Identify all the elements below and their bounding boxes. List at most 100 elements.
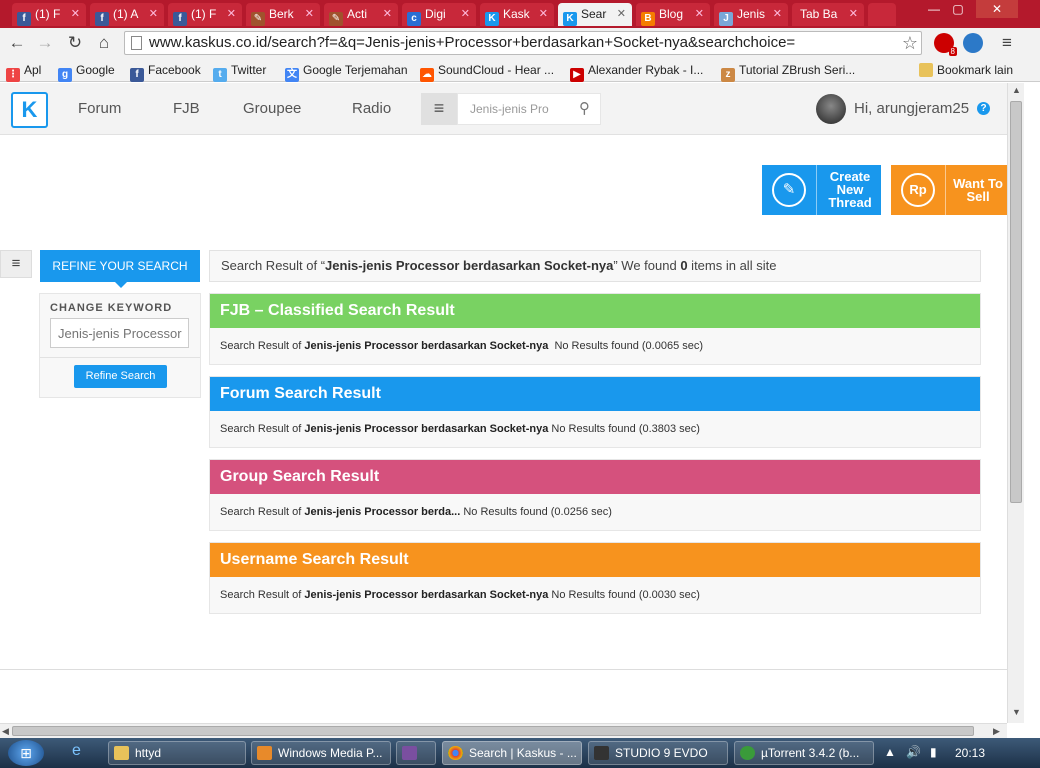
star-icon[interactable]: ☆ — [902, 32, 918, 54]
result-line: Search Result of Jenis-jenis Processor b… — [220, 423, 700, 435]
bookmark-twitter[interactable]: t Twitter — [213, 62, 266, 82]
tab-close-icon[interactable]: ✕ — [227, 3, 236, 25]
nav-fjb[interactable]: FJB — [173, 100, 200, 117]
bookmark-soundcloud[interactable]: ☁ SoundCloud - Hear ... — [420, 62, 554, 82]
tab-berk[interactable]: ✎ Berk ✕ — [246, 3, 320, 26]
refine-search-tab[interactable]: REFINE YOUR SEARCH — [40, 250, 200, 288]
tab-close-icon[interactable]: ✕ — [71, 3, 80, 25]
bookmark-youtube[interactable]: ▶ Alexander Rybak - I... — [570, 62, 703, 82]
taskbar-item-studio9[interactable]: STUDIO 9 EVDO — [588, 741, 728, 765]
scroll-left-icon[interactable]: ◀ — [2, 726, 9, 737]
bookmark-facebook[interactable]: f Facebook — [130, 62, 201, 82]
extension-globe-icon[interactable] — [963, 33, 983, 53]
scrollbar-thumb[interactable] — [1010, 101, 1022, 503]
tab-digi[interactable]: c Digi ✕ — [402, 3, 476, 26]
forward-button[interactable]: → — [34, 32, 56, 54]
clock[interactable]: 20:13 — [955, 746, 985, 760]
result-line: Search Result of Jenis-jenis Processor b… — [220, 340, 704, 352]
tab-title: (1) A — [113, 7, 139, 21]
folder-icon — [114, 746, 129, 760]
help-icon[interactable]: ? — [977, 102, 990, 115]
tab-close-icon[interactable]: ✕ — [695, 3, 704, 25]
sidebar-toggle-icon[interactable]: ≡ — [0, 250, 32, 278]
horizontal-scrollbar[interactable]: ◀ ▶ — [0, 723, 1007, 738]
scrollbar-thumb[interactable] — [12, 726, 974, 736]
tab-blog[interactable]: B Blog ✕ — [636, 3, 710, 26]
section-title: FJB – Classified Search Result — [210, 294, 980, 328]
google-icon: g — [58, 68, 72, 82]
search-icon[interactable]: ⚲ — [579, 94, 590, 124]
tab-close-icon[interactable]: ✕ — [773, 3, 782, 25]
bookmark-google-translate[interactable]: 文 Google Terjemahan — [285, 62, 408, 82]
tab-facebook-1[interactable]: f (1) F ✕ — [12, 3, 86, 26]
ie-icon[interactable]: e — [72, 742, 81, 760]
volume-icon[interactable]: 🔊 — [906, 745, 921, 759]
nav-groupee[interactable]: Groupee — [243, 100, 301, 117]
refine-search-button[interactable]: Refine Search — [74, 365, 167, 388]
tab-jenis[interactable]: J Jenis ✕ — [714, 3, 788, 26]
reload-button[interactable]: ↻ — [64, 32, 86, 54]
tab-close-icon[interactable]: ✕ — [617, 3, 626, 25]
header-search-input[interactable]: Jenis-jenis Pro ⚲ — [457, 93, 601, 125]
summary-suffix: items in all site — [687, 258, 777, 273]
tab-title: Jenis — [737, 7, 766, 21]
want-to-sell-button[interactable]: Rp Want To Sell — [891, 165, 1007, 215]
scroll-up-icon[interactable]: ▲ — [1012, 85, 1021, 95]
user-greeting[interactable]: Hi, arungjeram25 — [854, 100, 969, 117]
tab-search-active[interactable]: K Sear ✕ — [558, 3, 632, 26]
tab-tab-bar[interactable]: Tab Ba ✕ — [792, 3, 864, 26]
menu-icon[interactable]: ≡ — [421, 93, 457, 125]
tab-close-icon[interactable]: ✕ — [849, 3, 858, 25]
tab-close-icon[interactable]: ✕ — [149, 3, 158, 25]
home-button[interactable]: ⌂ — [93, 32, 115, 54]
create-new-thread-button[interactable]: ✎ Create New Thread — [762, 165, 881, 215]
vertical-scrollbar[interactable]: ▲ ▼ — [1007, 83, 1024, 723]
nav-radio[interactable]: Radio — [352, 100, 391, 117]
keyword-input[interactable] — [50, 318, 189, 348]
tab-facebook-3[interactable]: f (1) F ✕ — [168, 3, 242, 26]
tray-expand-icon[interactable]: ▲ — [884, 745, 896, 759]
taskbar-item-httyd[interactable]: httyd — [108, 741, 246, 765]
pencil-icon: ✎ — [772, 173, 806, 207]
extension-abp-icon[interactable]: 8 — [934, 33, 957, 56]
translate-icon: 文 — [285, 68, 299, 82]
bookmark-apps[interactable]: ⋮ Apl — [6, 62, 41, 82]
menu-icon[interactable]: ≡ — [996, 32, 1018, 54]
scroll-right-icon[interactable]: ▶ — [993, 726, 1000, 737]
section-title: Forum Search Result — [210, 377, 980, 411]
start-button[interactable]: ⊞ — [8, 740, 44, 766]
blogger-icon: B — [641, 12, 655, 26]
bookmark-other[interactable]: Bookmark lain — [919, 62, 1013, 78]
taskbar-item-utorrent[interactable]: µTorrent 3.4.2 (b... — [734, 741, 874, 765]
nav-forum[interactable]: Forum — [78, 100, 121, 117]
scroll-down-icon[interactable]: ▼ — [1012, 707, 1021, 717]
tab-kask[interactable]: K Kask ✕ — [480, 3, 554, 26]
tab-facebook-2[interactable]: f (1) A ✕ — [90, 3, 164, 26]
tab-close-icon[interactable]: ✕ — [383, 3, 392, 25]
bookmark-label: Google Terjemahan — [303, 63, 408, 77]
divider — [40, 357, 200, 358]
new-tab-button[interactable] — [868, 3, 896, 26]
kaskus-logo[interactable]: K — [11, 92, 48, 128]
close-window-button[interactable]: ✕ — [976, 0, 1018, 18]
bookmark-zbrush[interactable]: z Tutorial ZBrush Seri... — [721, 62, 855, 82]
network-icon[interactable]: ▮ — [930, 745, 937, 759]
back-button[interactable]: ← — [6, 32, 28, 54]
taskbar-item-media-player[interactable]: Windows Media P... — [251, 741, 391, 765]
search-summary: Search Result of “Jenis-jenis Processor … — [209, 250, 981, 282]
taskbar-item-app[interactable] — [396, 741, 436, 765]
taskbar-item-chrome[interactable]: Search | Kaskus - ... — [442, 741, 582, 765]
facebook-icon: f — [95, 12, 109, 26]
avatar[interactable] — [816, 94, 846, 124]
browser-window: f (1) F ✕ f (1) A ✕ f (1) F ✕ ✎ Berk ✕ ✎ Acti ✕ cD… — [0, 0, 1040, 738]
maximize-button[interactable]: ▢ — [946, 0, 970, 18]
tab-close-icon[interactable]: ✕ — [305, 3, 314, 25]
address-bar[interactable]: www.kaskus.co.id/search?f=&q=Jenis-jenis… — [124, 31, 922, 55]
bookmark-google[interactable]: g Google — [58, 62, 115, 82]
minimize-button[interactable]: — — [922, 0, 946, 18]
tab-title: Tab Ba — [800, 7, 838, 21]
bookmark-label: Twitter — [231, 63, 267, 77]
tab-close-icon[interactable]: ✕ — [539, 3, 548, 25]
tab-close-icon[interactable]: ✕ — [461, 3, 470, 25]
tab-acti[interactable]: ✎ Acti ✕ — [324, 3, 398, 26]
